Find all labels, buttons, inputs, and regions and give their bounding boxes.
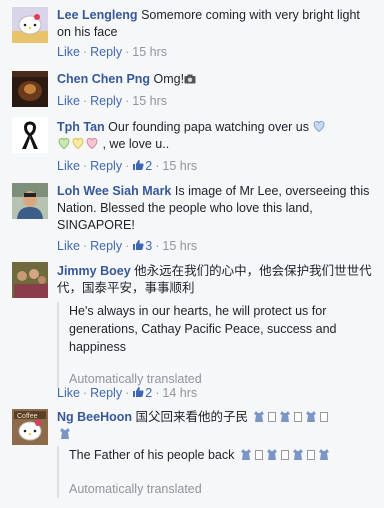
dark-photo-avatar[interactable] — [12, 71, 48, 107]
comment-time[interactable]: 15 hrs — [132, 45, 167, 59]
comment-body: Ng BeeHoon 国父回来看他的子民 — [57, 409, 374, 443]
comment-time[interactable]: 15 hrs — [162, 159, 197, 173]
comment-actions: Like · Reply · 2 · 15 hrs — [57, 159, 198, 173]
like-count[interactable]: 2 — [132, 159, 152, 173]
like-link[interactable]: Like — [57, 239, 80, 253]
pink-heart-emoji-icon — [85, 136, 99, 150]
green-heart-emoji-icon — [57, 136, 71, 150]
reply-link[interactable]: Reply — [90, 386, 122, 400]
comment-text: Our founding papa watching over us — [108, 120, 309, 134]
comment-author[interactable]: Jimmy Boey — [57, 264, 131, 278]
reply-link[interactable]: Reply — [90, 94, 122, 108]
translation-text: The Father of his people back — [69, 446, 374, 464]
translated-note[interactable]: Automatically translated — [69, 480, 374, 498]
comment-text: , we love u.. — [102, 137, 170, 151]
yellow-heart-emoji-icon — [71, 136, 85, 150]
comment-author[interactable]: Tph Tan — [57, 120, 105, 134]
svg-text:Coffee: Coffee — [17, 413, 38, 420]
comment-author[interactable]: Lee Lengleng — [57, 8, 138, 22]
thumbs-up-icon — [133, 387, 144, 397]
translation-text: He's always in our hearts, he will prote… — [69, 304, 337, 354]
group-photo-avatar[interactable] — [12, 262, 48, 298]
thumbs-up-icon — [133, 240, 144, 250]
like-count[interactable]: 3 — [132, 239, 152, 253]
comment-actions: Like · Reply · 15 hrs — [57, 45, 167, 59]
like-link[interactable]: Like — [57, 159, 80, 173]
comment-time[interactable]: 15 hrs — [132, 94, 167, 108]
reply-link[interactable]: Reply — [90, 239, 122, 253]
translation-block: He's always in our hearts, he will prote… — [57, 302, 374, 388]
camera-emoji-icon — [184, 72, 196, 84]
comment-author[interactable]: Loh Wee Siah Mark — [57, 184, 171, 198]
comment-body: Jimmy Boey 他永远在我们的心中，他会保护我们世世代代，国泰平安，事事顺… — [57, 263, 374, 297]
translation-block: The Father of his people back Automatica… — [57, 446, 374, 498]
comment-actions: Like · Reply · 3 · 15 hrs — [57, 239, 198, 253]
comment-text: 国父回来看他的子民 — [135, 410, 248, 424]
like-link[interactable]: Like — [57, 94, 80, 108]
comment-actions: Like · Reply · 15 hrs — [57, 94, 167, 108]
comment-actions: Like · Reply · 2 · 14 hrs — [57, 386, 198, 400]
reply-link[interactable]: Reply — [90, 45, 122, 59]
like-link[interactable]: Like — [57, 45, 80, 59]
comment-time[interactable]: 15 hrs — [162, 239, 197, 253]
like-count[interactable]: 2 — [132, 386, 152, 400]
thumbs-up-icon — [133, 160, 144, 170]
comment-body: Chen Chen Png Omg! — [57, 71, 374, 88]
comment-body: Tph Tan Our founding papa watching over … — [57, 119, 374, 153]
reply-link[interactable]: Reply — [90, 159, 122, 173]
comment-author[interactable]: Ng BeeHoon — [57, 410, 132, 424]
comment-body: Loh Wee Siah Mark Is image of Mr Lee, ov… — [57, 183, 374, 234]
comment-feed: Lee Lengleng Somemore coming with very b… — [0, 0, 384, 508]
blue-heart-emoji-icon — [312, 119, 326, 133]
comment-body: Lee Lengleng Somemore coming with very b… — [57, 7, 374, 41]
comment-text: Omg! — [153, 72, 185, 86]
like-link[interactable]: Like — [57, 386, 80, 400]
comment-time[interactable]: 14 hrs — [162, 386, 197, 400]
dress-emoji-icon — [238, 448, 332, 462]
hello-kitty-avatar[interactable] — [12, 7, 48, 43]
comment-author[interactable]: Chen Chen Png — [57, 72, 150, 86]
black-ribbon-avatar[interactable] — [12, 117, 48, 153]
hello-kitty-coffee-avatar[interactable]: Coffee — [12, 409, 48, 445]
man-photo-avatar[interactable] — [12, 183, 48, 219]
